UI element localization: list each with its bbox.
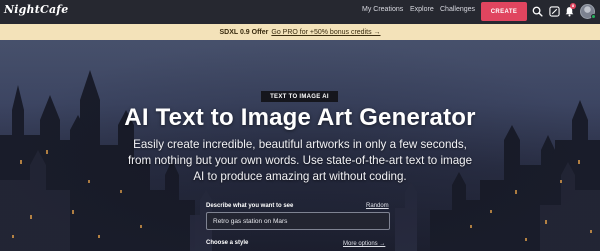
nav-link-explore[interactable]: Explore (410, 6, 434, 13)
more-options-link[interactable]: More options → (343, 241, 385, 247)
prompt-label: Describe what you want to see (206, 203, 294, 209)
promo-banner: SDXL 0.9 Offer Go PRO for +50% bonus cre… (0, 24, 600, 40)
search-icon[interactable] (531, 5, 543, 17)
page-title: AI Text to Image Art Generator (124, 104, 476, 131)
section-tag: TEXT TO IMAGE AI (261, 91, 338, 102)
random-prompt-link[interactable]: Random (366, 203, 389, 209)
top-navbar: NightCafe My Creations Explore Challenge… (0, 0, 600, 24)
gallery-icon[interactable] (548, 5, 560, 17)
online-status-dot (591, 14, 596, 19)
promo-link[interactable]: Go PRO for +50% bonus credits → (271, 29, 380, 36)
nav-link-my-creations[interactable]: My Creations (362, 6, 403, 13)
create-button[interactable]: CREATE (481, 2, 527, 21)
nav-link-challenges[interactable]: Challenges (440, 6, 475, 13)
prompt-input[interactable]: Retro gas station on Mars (206, 212, 390, 230)
hero-section: TEXT TO IMAGE AI AI Text to Image Art Ge… (0, 40, 600, 251)
nightcafe-logo[interactable]: NightCafe (4, 3, 68, 16)
promo-label: SDXL 0.9 Offer (219, 28, 269, 36)
style-label: Choose a style (206, 240, 249, 246)
hero-subtitle: Easily create incredible, beautiful artw… (127, 138, 473, 183)
notification-badge: 8 (570, 3, 576, 9)
